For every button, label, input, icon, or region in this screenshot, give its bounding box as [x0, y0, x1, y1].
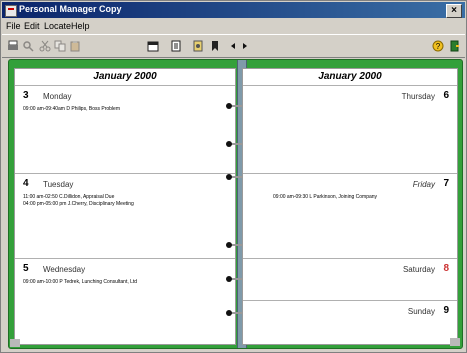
day-number-4: 4	[23, 178, 29, 189]
phonebook-icon[interactable]	[192, 40, 204, 52]
day-number-5: 5	[23, 263, 29, 274]
appointment-entry[interactable]: 09:00 am-10:00 P Tedrek, Lunching Consul…	[23, 279, 137, 285]
previous-icon[interactable]	[227, 40, 239, 52]
day-name-thursday: Thursday	[401, 92, 435, 101]
day-name-friday: Friday	[412, 180, 435, 189]
find-icon[interactable]	[22, 40, 34, 52]
menu-edit[interactable]: Edit	[24, 21, 40, 31]
bookmark-icon[interactable]	[209, 40, 221, 52]
day-number-7: 7	[443, 178, 449, 189]
day-divider	[15, 173, 235, 174]
window-title: Personal Manager Copy	[19, 4, 122, 14]
svg-text:?: ?	[436, 42, 441, 51]
appointment-entry[interactable]: 04:00 pm-05:00 pm J.Cherry, Disciplinary…	[23, 201, 134, 207]
day-divider	[243, 258, 457, 259]
notebook-icon[interactable]	[170, 40, 182, 52]
paste-icon[interactable]	[69, 40, 81, 52]
app-icon	[5, 5, 17, 17]
title-bar[interactable]: Personal Manager Copy ×	[2, 2, 465, 18]
day-name-tuesday: Tuesday	[43, 180, 74, 189]
app-window: Personal Manager Copy × File Edit Locate…	[0, 0, 467, 353]
menu-locate[interactable]: Locate	[44, 21, 71, 31]
day-name-wednesday: Wednesday	[43, 265, 86, 274]
day-number-9: 9	[443, 305, 449, 316]
next-icon[interactable]	[239, 40, 251, 52]
day-number-8: 8	[443, 263, 449, 274]
page-corner-left[interactable]	[10, 339, 20, 347]
left-page: January 2000 3 Monday 09:00 am-09:40am D…	[14, 68, 236, 345]
cut-icon[interactable]	[39, 40, 51, 52]
print-icon[interactable]	[7, 40, 19, 52]
appointment-entry[interactable]: 09:00 am-09:30 L Parkinson, Joining Comp…	[273, 194, 377, 200]
day-name-sunday: Sunday	[407, 307, 435, 316]
left-month-heading: January 2000	[93, 71, 157, 82]
day-number-3: 3	[23, 90, 29, 101]
menu-file[interactable]: File	[6, 21, 21, 31]
day-number-6: 6	[443, 90, 449, 101]
calendar-icon[interactable]	[147, 40, 159, 52]
day-divider	[243, 300, 457, 301]
day-divider	[243, 173, 457, 174]
toolbar: ?	[2, 34, 465, 58]
exit-icon[interactable]	[449, 40, 461, 52]
menu-bar: File Edit Locate Help	[2, 19, 465, 33]
page-corner-right[interactable]	[450, 338, 460, 346]
close-button[interactable]: ×	[446, 4, 462, 18]
day-divider	[15, 258, 235, 259]
appointment-entry[interactable]: 09:00 am-09:40am D Philips, Boss Problem	[23, 106, 120, 112]
divider	[243, 85, 457, 86]
help-icon[interactable]: ?	[432, 40, 444, 52]
menu-help[interactable]: Help	[71, 21, 90, 31]
planner-binder: January 2000 3 Monday 09:00 am-09:40am D…	[8, 59, 463, 349]
day-name-saturday: Saturday	[402, 265, 435, 274]
right-page: January 2000 Thursday 6 Friday 7 09:00 a…	[242, 68, 458, 345]
divider	[15, 85, 235, 86]
copy-icon[interactable]	[54, 40, 66, 52]
appointment-entry[interactable]: 11:00 am-02:50 C.Dillidon, Appraisal Due	[23, 194, 114, 200]
right-month-heading: January 2000	[318, 71, 382, 82]
day-name-monday: Monday	[43, 92, 72, 101]
